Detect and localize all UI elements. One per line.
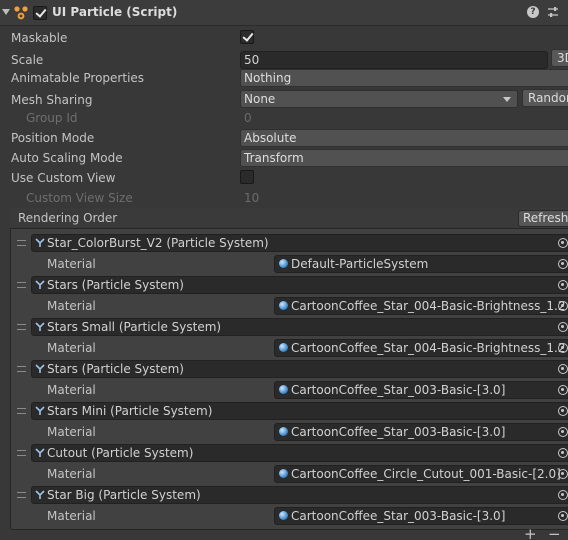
particle-system-name: Star_ColorBurst_V2 (Particle System) (47, 236, 269, 250)
chevron-down-icon (503, 97, 511, 102)
use-custom-view-checkbox[interactable] (240, 170, 254, 184)
help-icon[interactable]: ? (527, 6, 539, 18)
particle-system-icon (35, 448, 45, 457)
scale-3d-button[interactable]: 3D (551, 49, 568, 67)
material-icon (279, 469, 288, 478)
mesh-sharing-value: None (244, 92, 276, 106)
drag-handle-icon[interactable] (17, 366, 26, 372)
group-id-field: 0 (244, 111, 252, 125)
scale-field[interactable]: 50 (240, 51, 548, 69)
particle-system-name: Stars (Particle System) (47, 278, 184, 292)
object-picker-icon[interactable] (558, 301, 568, 311)
object-picker-icon[interactable] (558, 448, 568, 458)
refresh-button[interactable]: Refresh (518, 210, 568, 227)
material-icon (279, 259, 288, 268)
use-custom-view-label: Use Custom View (11, 171, 116, 185)
particle-system-name: Stars Small (Particle System) (47, 320, 222, 334)
object-picker-icon[interactable] (558, 406, 568, 416)
material-label: Material (47, 257, 96, 271)
particle-system-icon (35, 364, 45, 373)
foldout-arrow-icon[interactable] (2, 9, 10, 15)
material-label: Material (47, 299, 96, 313)
material-label: Material (47, 467, 96, 481)
particle-system-icon (35, 238, 45, 247)
material-name: CartoonCoffee_Star_003-Basic-[3.0] (291, 425, 506, 439)
maskable-checkbox[interactable] (240, 30, 254, 44)
material-label: Material (47, 341, 96, 355)
material-label: Material (47, 425, 96, 439)
drag-handle-icon[interactable] (17, 492, 26, 498)
material-name: CartoonCoffee_Star_003-Basic-[3.0] (291, 509, 506, 523)
object-picker-icon[interactable] (558, 427, 568, 437)
material-icon (279, 385, 288, 394)
object-picker-icon[interactable] (558, 343, 568, 353)
custom-view-size-field: 10 (244, 191, 260, 205)
preset-icon[interactable] (546, 5, 560, 19)
component-header[interactable]: UI Particle (Script) ? ⋮ (0, 0, 568, 26)
material-icon (279, 511, 288, 520)
particle-system-icon (35, 280, 45, 289)
object-picker-icon[interactable] (558, 259, 568, 269)
custom-view-size-label: Custom View Size (26, 191, 133, 205)
object-picker-icon[interactable] (558, 511, 568, 521)
drag-handle-icon[interactable] (17, 282, 26, 288)
object-picker-icon[interactable] (558, 469, 568, 479)
group-id-label: Group Id (26, 111, 78, 125)
mesh-sharing-label: Mesh Sharing (11, 93, 93, 107)
drag-handle-icon[interactable] (17, 450, 26, 456)
particle-system-icon (35, 490, 45, 499)
component-title: UI Particle (Script) (52, 5, 178, 19)
animatable-properties-dropdown[interactable]: Nothing (240, 69, 568, 87)
material-icon (279, 301, 288, 310)
material-name: Default-ParticleSystem (291, 257, 429, 271)
drag-handle-icon[interactable] (17, 408, 26, 414)
material-name: CartoonCoffee_Star_003-Basic-[3.0] (291, 383, 506, 397)
material-label: Material (47, 383, 96, 397)
add-button[interactable]: + (524, 527, 537, 540)
animatable-properties-label: Animatable Properties (11, 71, 145, 85)
object-picker-icon[interactable] (558, 364, 568, 374)
material-label: Material (47, 509, 96, 523)
material-name: CartoonCoffee_Circle_Cutout_001-Basic-[2… (291, 467, 561, 481)
mesh-sharing-dropdown[interactable]: None (240, 90, 518, 108)
remove-button[interactable]: − (548, 527, 561, 540)
auto-scaling-mode-label: Auto Scaling Mode (11, 151, 123, 165)
scale-label: Scale (11, 53, 44, 67)
particle-system-name: Stars Mini (Particle System) (47, 404, 213, 418)
material-icon (279, 427, 288, 436)
particle-component-icon (14, 6, 28, 20)
object-picker-icon[interactable] (558, 385, 568, 395)
drag-handle-icon[interactable] (17, 240, 26, 246)
particle-system-name: Cutout (Particle System) (47, 446, 194, 460)
particle-system-name: Star Big (Particle System) (47, 488, 201, 502)
position-mode-dropdown[interactable]: Absolute (240, 129, 568, 147)
particle-system-icon (35, 406, 45, 415)
auto-scaling-mode-dropdown[interactable]: Transform (240, 149, 568, 167)
position-mode-label: Position Mode (11, 131, 95, 145)
rendering-order-title: Rendering Order (18, 211, 118, 225)
particle-system-name: Stars (Particle System) (47, 362, 184, 376)
maskable-label: Maskable (11, 31, 68, 45)
component-enabled-checkbox[interactable] (33, 6, 47, 20)
particle-system-icon (35, 322, 45, 331)
object-picker-icon[interactable] (558, 490, 568, 500)
object-picker-icon[interactable] (558, 280, 568, 290)
object-picker-icon[interactable] (558, 322, 568, 332)
random-button[interactable]: Random (522, 89, 568, 107)
object-picker-icon[interactable] (558, 238, 568, 248)
material-icon (279, 343, 288, 352)
drag-handle-icon[interactable] (17, 324, 26, 330)
material-name: CartoonCoffee_Star_004-Basic-Brightness_… (291, 299, 566, 313)
material-name: CartoonCoffee_Star_004-Basic-Brightness_… (291, 341, 566, 355)
more-icon[interactable]: ⋮ (563, 4, 568, 18)
